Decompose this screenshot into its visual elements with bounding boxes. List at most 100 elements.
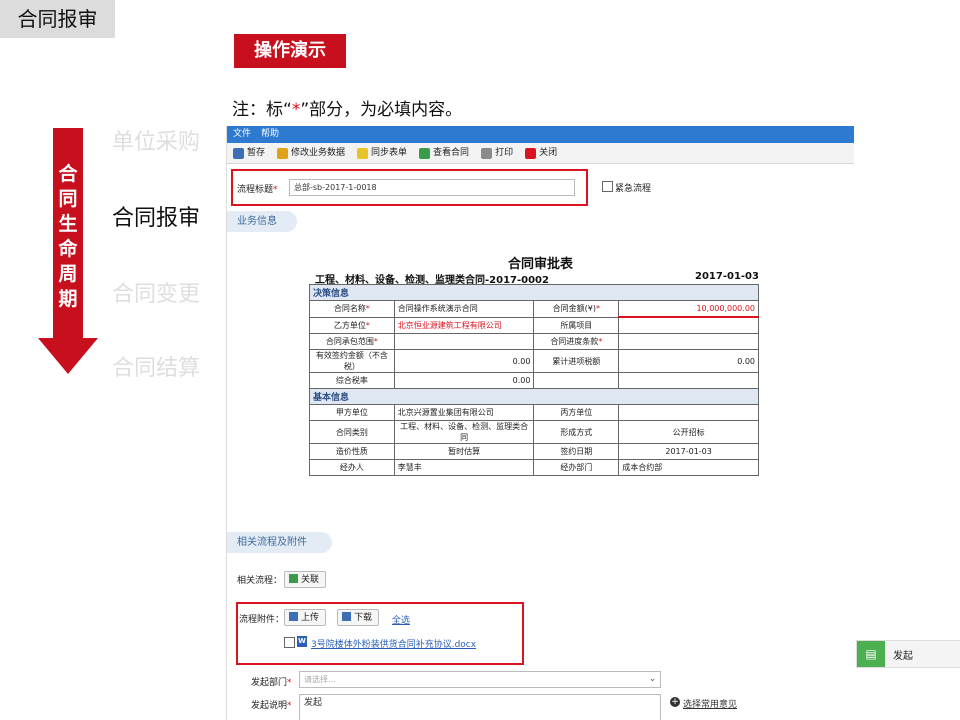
- progress-label: 合同进度条款*: [533, 333, 620, 350]
- view-contract-button[interactable]: 查看合同: [419, 143, 469, 163]
- party-b-value[interactable]: 北京恒业源建筑工程有限公司: [393, 316, 535, 334]
- pricing-label: 造价性质: [309, 443, 395, 460]
- view-contract-label: 查看合同: [433, 148, 470, 158]
- close-button[interactable]: 关闭: [525, 143, 557, 163]
- cumulative-tax-value[interactable]: 0.00: [618, 349, 759, 373]
- process-title-label: 流程标题*: [237, 185, 278, 195]
- toolbar: 暂存 修改业务数据 同步表单 查看合同 打印 关闭: [227, 143, 854, 164]
- stage-contract-settlement: 合同结算: [112, 356, 201, 381]
- view-contract-icon: [419, 147, 431, 159]
- cumulative-tax-label: 累计进项税额: [533, 349, 620, 373]
- party-a-label: 甲方单位: [309, 404, 395, 421]
- edit-data-label: 修改业务数据: [291, 148, 346, 158]
- add-icon: +: [670, 697, 680, 707]
- print-label: 打印: [495, 148, 514, 158]
- tab-business-info[interactable]: 业务信息: [227, 211, 297, 232]
- attachment-file-link[interactable]: 3号院楼体外粉装供货合同补充协议.docx: [311, 637, 476, 650]
- handler-label: 经办人: [309, 459, 395, 476]
- note-suffix: ”部分，为必填内容。: [300, 100, 463, 120]
- arrow-char: 合: [58, 163, 78, 185]
- party-a-value[interactable]: 北京兴源置业集团有限公司: [393, 404, 535, 421]
- tab-related[interactable]: 相关流程及附件: [227, 532, 332, 553]
- required-note: 注：标“*”部分，为必填内容。: [232, 95, 462, 120]
- arrow-char: 命: [58, 238, 78, 260]
- category-value[interactable]: 工程、材料、设备、检测、监理类合同: [393, 420, 535, 444]
- urgent-label: 紧急流程: [615, 184, 652, 194]
- document-icon: ▤: [857, 641, 885, 667]
- print-button[interactable]: 打印: [481, 143, 513, 163]
- download-button[interactable]: 下载: [337, 609, 380, 626]
- file-checkbox[interactable]: [284, 637, 295, 648]
- sign-date-value[interactable]: 2017-01-03: [618, 443, 759, 460]
- pricing-value[interactable]: 暂时估算: [393, 443, 535, 460]
- desc-label: 发起说明*: [251, 701, 292, 711]
- save-icon: [233, 147, 244, 159]
- save-button[interactable]: 暂存: [233, 143, 265, 163]
- handler-value[interactable]: 李慧丰: [393, 459, 535, 476]
- basic-header: 基本信息: [309, 388, 759, 405]
- lifecycle-arrow-text: 合 同 生 命 周 期: [55, 162, 81, 312]
- scope-value[interactable]: [393, 333, 535, 350]
- edit-data-icon: [277, 147, 289, 159]
- process-title-input[interactable]: 总部-sb-2017-1-0018: [289, 179, 575, 196]
- print-icon: [481, 147, 493, 159]
- scope-label: 合同承包范围*: [309, 333, 395, 350]
- effective-amount-value[interactable]: 0.00: [393, 349, 535, 373]
- progress-value[interactable]: [618, 333, 759, 350]
- form-date: 2017-01-03: [695, 271, 759, 282]
- app-window: 文件 帮助 暂存 修改业务数据 同步表单 查看合同 打印 关闭 流程标题* 总部-…: [226, 126, 854, 720]
- common-opinion-link[interactable]: 选择常用意见: [683, 697, 737, 710]
- menu-bar: 文件 帮助: [227, 126, 854, 143]
- download-icon: [342, 612, 351, 621]
- empty-cell: [533, 372, 620, 389]
- arrow-char: 生: [58, 213, 78, 235]
- project-label: 所属项目: [533, 316, 620, 334]
- sync-label: 同步表单: [371, 148, 408, 158]
- decision-header: 决策信息: [309, 284, 759, 301]
- project-value[interactable]: [618, 316, 759, 334]
- empty-cell: [618, 372, 759, 389]
- form-method-value[interactable]: 公开招标: [618, 420, 759, 444]
- handler-dept-value[interactable]: 成本合约部: [618, 459, 759, 476]
- dept-label: 发起部门*: [251, 678, 292, 688]
- amount-value[interactable]: 10,000,000.00: [618, 300, 759, 318]
- contract-approval-table: 决策信息 合同名称* 合同操作系统演示合同 合同金额(¥)* 10,000,00…: [309, 284, 759, 476]
- demo-label: 操作演示: [234, 34, 346, 68]
- stage-contract-review: 合同报审: [112, 206, 201, 231]
- tax-rate-label: 综合税率: [309, 372, 395, 389]
- amount-label: 合同金额(¥)*: [533, 300, 620, 318]
- select-all-link[interactable]: 全选: [392, 613, 410, 626]
- contract-name-label: 合同名称*: [309, 300, 395, 318]
- menu-file[interactable]: 文件: [233, 129, 251, 139]
- arrow-char: 期: [58, 288, 78, 310]
- link-icon: [289, 574, 298, 583]
- effective-amount-label: 有效签约金额（不含税）: [309, 349, 395, 373]
- urgent-checkbox[interactable]: [602, 181, 613, 192]
- stage-contract-change: 合同变更: [112, 282, 201, 307]
- stage-purchase: 单位采购: [112, 130, 201, 155]
- contract-name-value[interactable]: 合同操作系统演示合同: [393, 300, 535, 318]
- party-c-value[interactable]: [618, 404, 759, 421]
- menu-help[interactable]: 帮助: [261, 129, 279, 139]
- tax-rate-value[interactable]: 0.00: [393, 372, 535, 389]
- chevron-down-icon[interactable]: ⌄: [645, 672, 660, 687]
- submit-label: 发起: [893, 651, 913, 662]
- close-label: 关闭: [539, 148, 558, 158]
- form-title: 合同审批表: [507, 257, 573, 272]
- dept-select[interactable]: 请选择...: [299, 671, 661, 688]
- sync-form-button[interactable]: 同步表单: [357, 143, 407, 163]
- arrow-char: 周: [58, 263, 78, 285]
- edit-data-button[interactable]: 修改业务数据: [277, 143, 345, 163]
- close-icon: [525, 147, 537, 159]
- form-method-label: 形成方式: [533, 420, 620, 444]
- word-file-icon: W: [297, 636, 307, 647]
- desc-textarea[interactable]: 发起: [299, 694, 661, 720]
- submit-panel[interactable]: ▤ 发起: [856, 640, 960, 668]
- sync-icon: [357, 147, 369, 159]
- party-c-label: 丙方单位: [533, 404, 620, 421]
- upload-button[interactable]: 上传: [284, 609, 327, 626]
- associate-button[interactable]: 关联: [284, 571, 327, 588]
- note-prefix: 注：标“: [232, 100, 292, 120]
- arrow-char: 同: [58, 188, 78, 210]
- party-b-label: 乙方单位*: [309, 316, 395, 334]
